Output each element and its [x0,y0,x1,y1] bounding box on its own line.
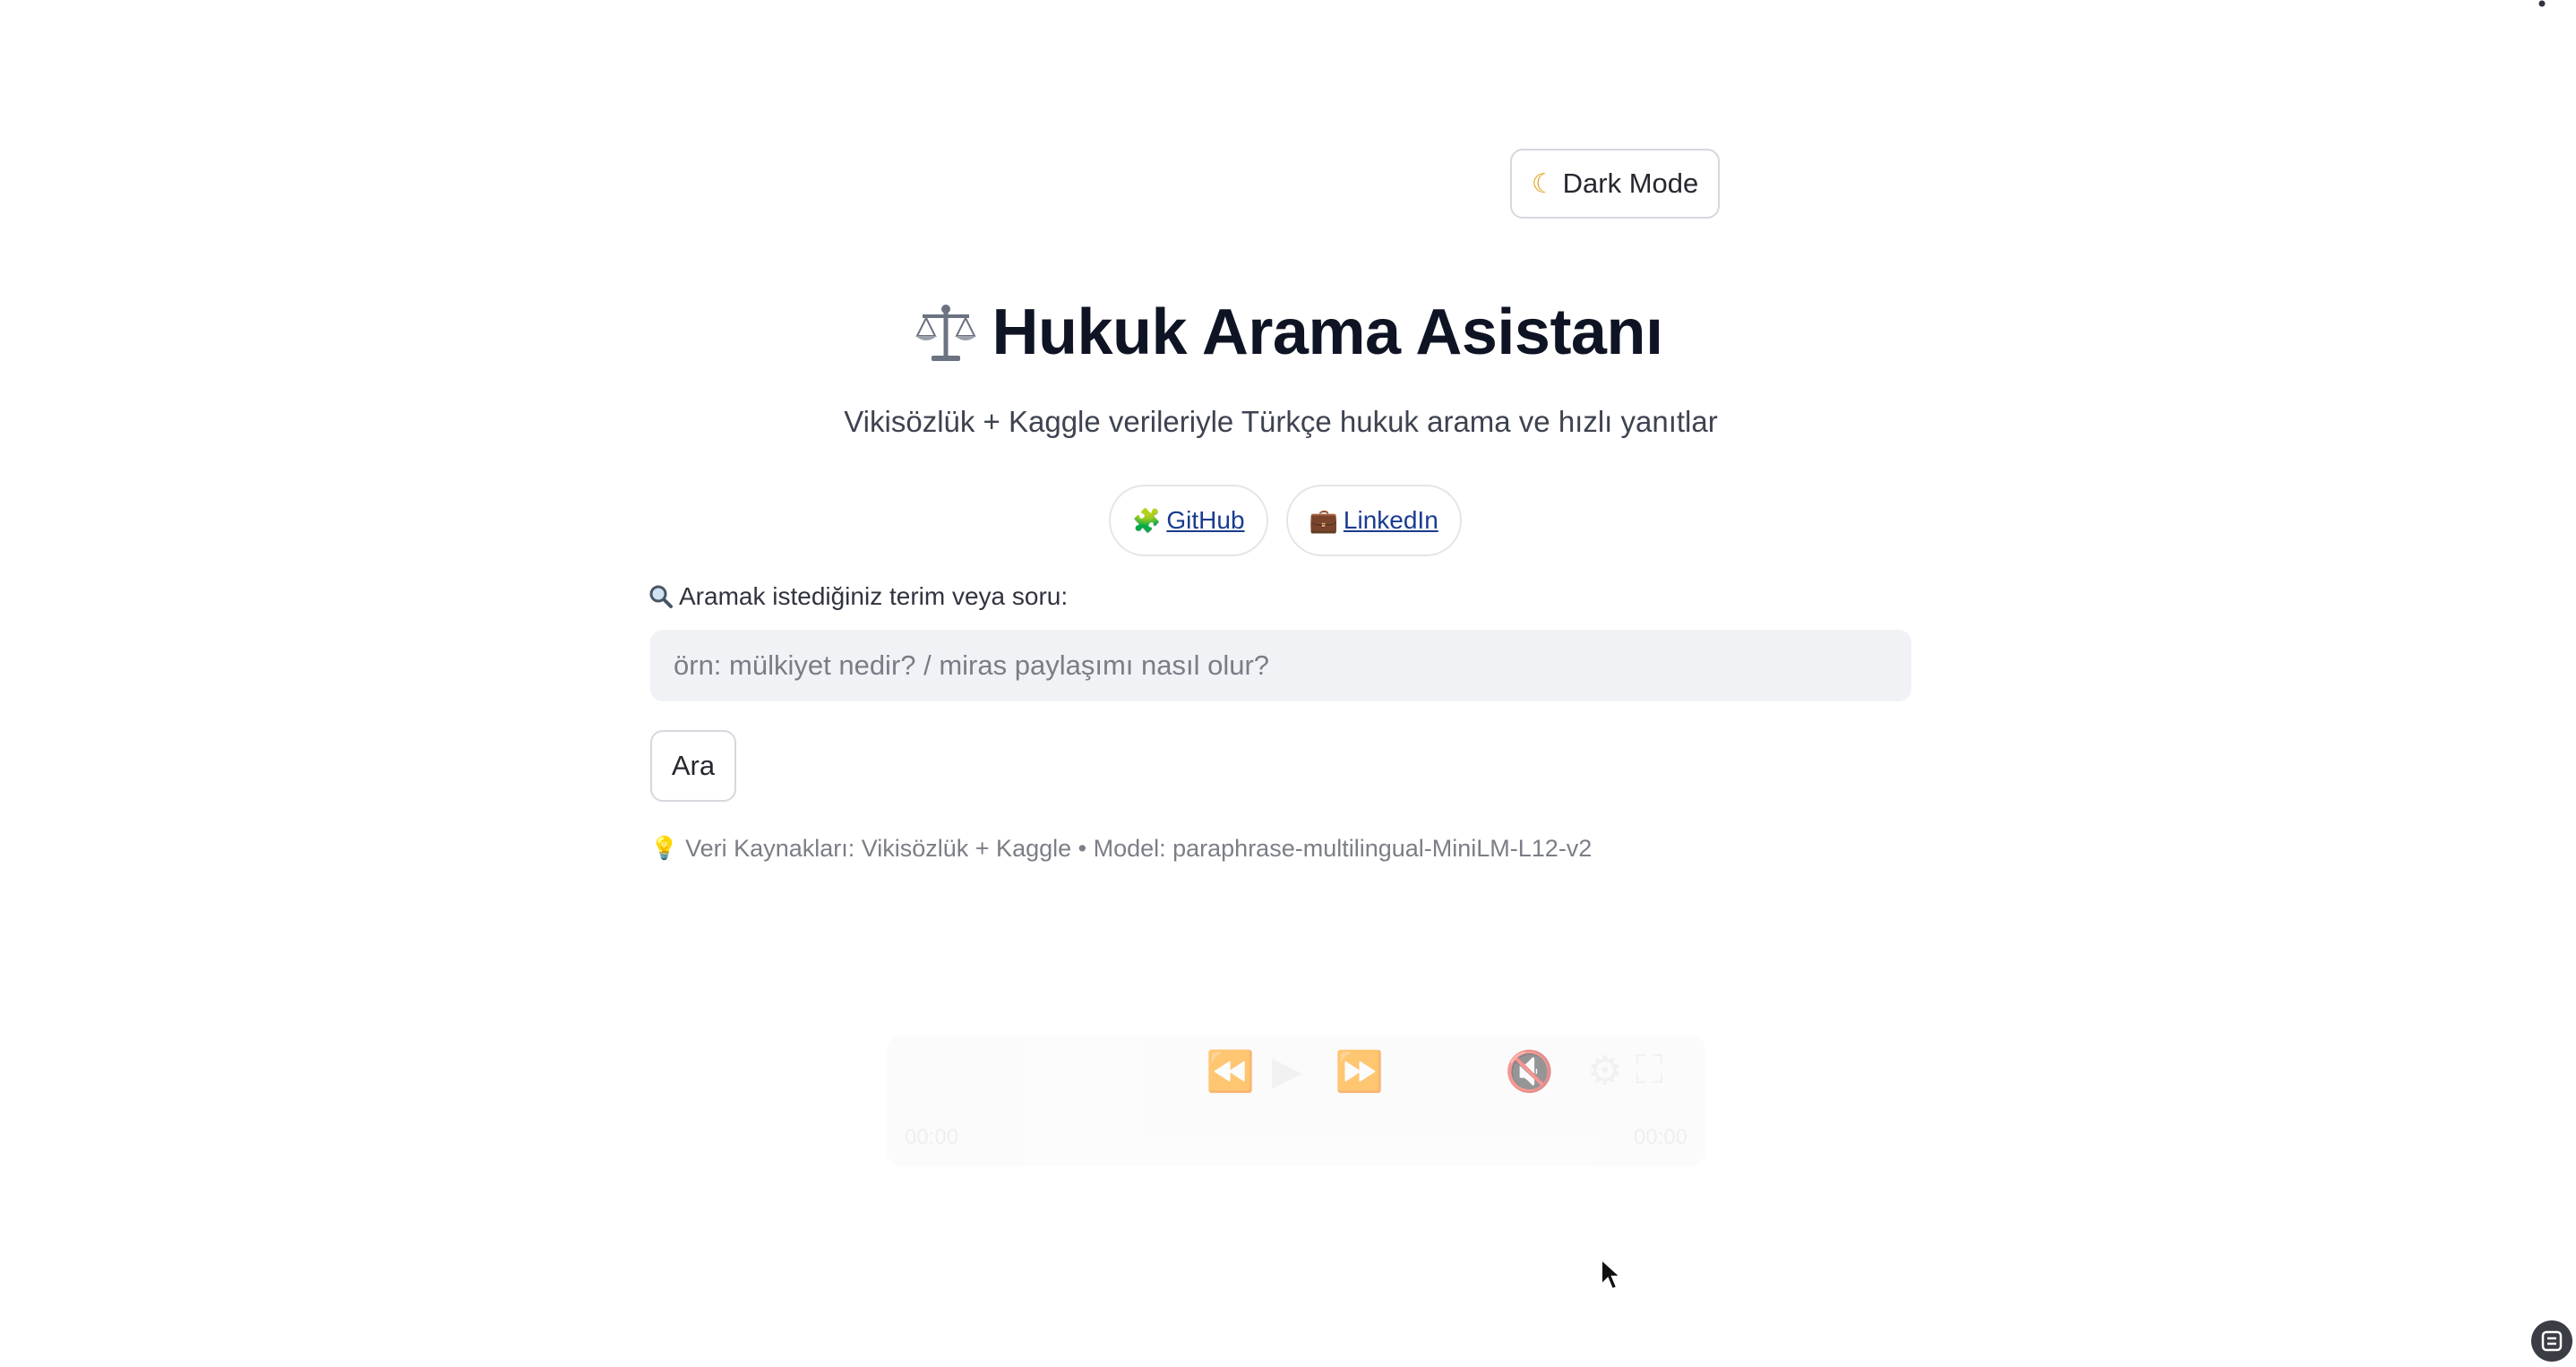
settings-icon[interactable]: ⚙ [1587,1048,1622,1094]
rewind-icon[interactable]: ⏪ [1206,1048,1255,1095]
data-sources-text: Veri Kaynakları: Vikisözlük + Kaggle • M… [685,835,1593,862]
github-link[interactable]: 🧩 GitHub [1109,485,1268,556]
app-page: ☾ Dark Mode Hukuk Arama Asistanı Vikisöz… [0,0,2576,1367]
kebab-menu-icon[interactable] [2533,0,2551,13]
magnifier-icon [649,585,673,608]
player-total-time: 00:00 [1633,1125,1687,1149]
page-title-row: Hukuk Arama Asistanı [0,296,2576,369]
dark-mode-label: Dark Mode [1562,168,1699,199]
social-links: 🧩 GitHub 💼 LinkedIn [1109,485,1462,556]
search-input[interactable] [650,630,1911,701]
play-icon[interactable]: ▶ [1272,1048,1302,1094]
fast-forward-icon[interactable]: ⏩ [1335,1048,1384,1095]
linkedin-link-label[interactable]: LinkedIn [1344,506,1438,535]
page-title: Hukuk Arama Asistanı [992,297,1663,368]
github-link-label[interactable]: GitHub [1166,506,1244,535]
dark-mode-button[interactable]: ☾ Dark Mode [1510,149,1720,219]
briefcase-icon: 💼 [1309,506,1338,534]
screen-reader-icon[interactable] [2531,1320,2572,1362]
puzzle-icon: 🧩 [1132,506,1162,534]
media-player-overlay: ⏪ ▶ ⏩ 🔇 ⚙ ⛶ 00:00 00:00 [887,1036,1705,1166]
lightbulb-icon: 💡 [650,836,679,861]
search-button[interactable]: Ara [650,730,736,802]
fullscreen-icon[interactable]: ⛶ [1636,1048,1663,1093]
mouse-cursor-icon [1601,1258,1621,1291]
search-label: Aramak istediğiniz terim veya soru: [648,582,1068,611]
moon-icon: ☾ [1531,168,1556,199]
data-sources-info: 💡 Veri Kaynakları: Vikisözlük + Kaggle •… [650,835,1592,863]
linkedin-link[interactable]: 💼 LinkedIn [1285,485,1462,556]
scales-icon [914,305,976,361]
volume-icon[interactable]: 🔇 [1505,1048,1554,1095]
page-subtitle: Vikisözlük + Kaggle verileriyle Türkçe h… [844,405,1718,438]
player-current-time: 00:00 [905,1125,959,1149]
search-label-text: Aramak istediğiniz terim veya soru: [679,582,1069,610]
